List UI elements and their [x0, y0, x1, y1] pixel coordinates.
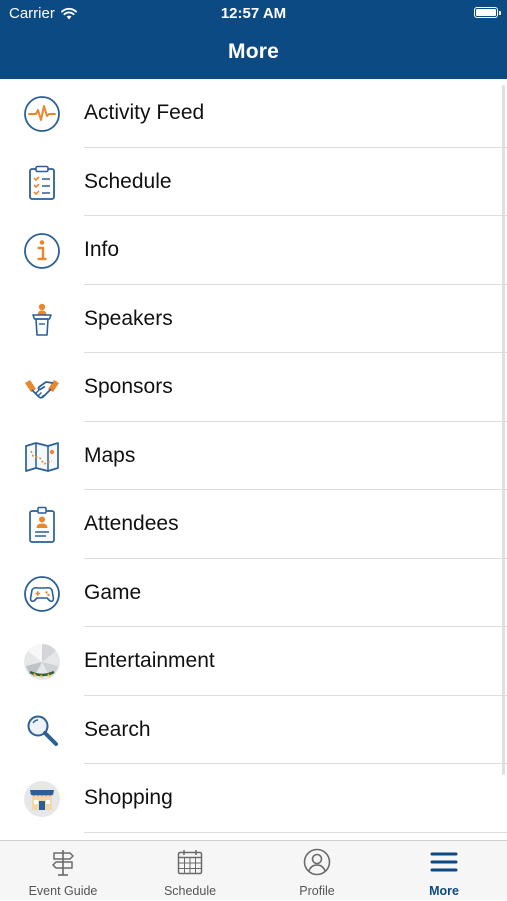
tab-more[interactable]: More	[381, 841, 507, 901]
menu-item-label: Attendees	[84, 512, 179, 535]
calendar-icon	[176, 848, 204, 876]
status-bar: Carrier 12:57 AM	[0, 0, 507, 28]
menu-item-label: Speakers	[84, 306, 173, 330]
tab-bar: Event Guide Schedule Profile More	[0, 840, 507, 900]
menu-item-label: Schedule	[84, 169, 172, 193]
menu-item-label: Maps	[84, 443, 136, 467]
page-title: More	[228, 40, 279, 63]
menu-item-schedule[interactable]: Schedule	[0, 148, 507, 216]
tab-label: Event Guide	[28, 884, 98, 898]
divider	[84, 831, 507, 833]
gamepad-icon	[22, 574, 62, 614]
menu-item-info[interactable]: Info	[0, 216, 507, 285]
storefront-icon	[22, 779, 62, 819]
menu-item-sponsors[interactable]: Sponsors	[0, 353, 507, 422]
menu-item-label: Search	[84, 717, 151, 741]
entertainment-icon	[22, 642, 62, 682]
battery-icon	[474, 7, 501, 18]
podium-speaker-icon	[22, 300, 62, 340]
user-circle-icon	[303, 848, 331, 876]
info-icon	[22, 231, 62, 271]
menu-item-activity-feed[interactable]: Activity Feed	[0, 79, 507, 148]
id-badge-icon	[22, 505, 62, 545]
menu-item-label: Activity Feed	[84, 101, 205, 124]
menu-item-label: Shopping	[84, 786, 173, 809]
signpost-icon	[49, 848, 77, 876]
activity-icon	[22, 94, 62, 134]
clock: 12:57 AM	[220, 5, 287, 22]
tab-profile[interactable]: Profile	[254, 841, 380, 901]
menu-item-search[interactable]: Search	[0, 696, 507, 764]
tab-label: More	[429, 884, 459, 898]
hamburger-menu-icon	[430, 848, 458, 876]
menu-item-attendees[interactable]: Attendees	[0, 490, 507, 559]
clipboard-list-icon	[22, 163, 62, 203]
menu-item-shopping[interactable]: Shopping	[0, 764, 507, 833]
folded-map-icon	[22, 437, 62, 477]
navigation-header: Carrier 12:57 AM More	[0, 0, 507, 79]
menu-item-speakers[interactable]: Speakers	[0, 285, 507, 353]
tab-label: Profile	[299, 884, 335, 898]
handshake-icon	[22, 368, 62, 408]
menu-item-label: Sponsors	[84, 375, 173, 398]
magnifier-icon	[22, 711, 62, 751]
menu-item-label: Entertainment	[84, 649, 215, 672]
more-menu-list[interactable]: Activity Feed Schedule Info Speakers Spo…	[0, 79, 507, 840]
menu-item-label: Game	[84, 580, 142, 604]
menu-item-maps[interactable]: Maps	[0, 422, 507, 490]
tab-label: Schedule	[163, 884, 217, 898]
tab-event-guide[interactable]: Event Guide	[0, 841, 126, 901]
menu-item-entertainment[interactable]: Entertainment	[0, 627, 507, 696]
tab-schedule[interactable]: Schedule	[127, 841, 253, 901]
menu-item-game[interactable]: Game	[0, 559, 507, 627]
menu-item-label: Info	[84, 238, 120, 261]
